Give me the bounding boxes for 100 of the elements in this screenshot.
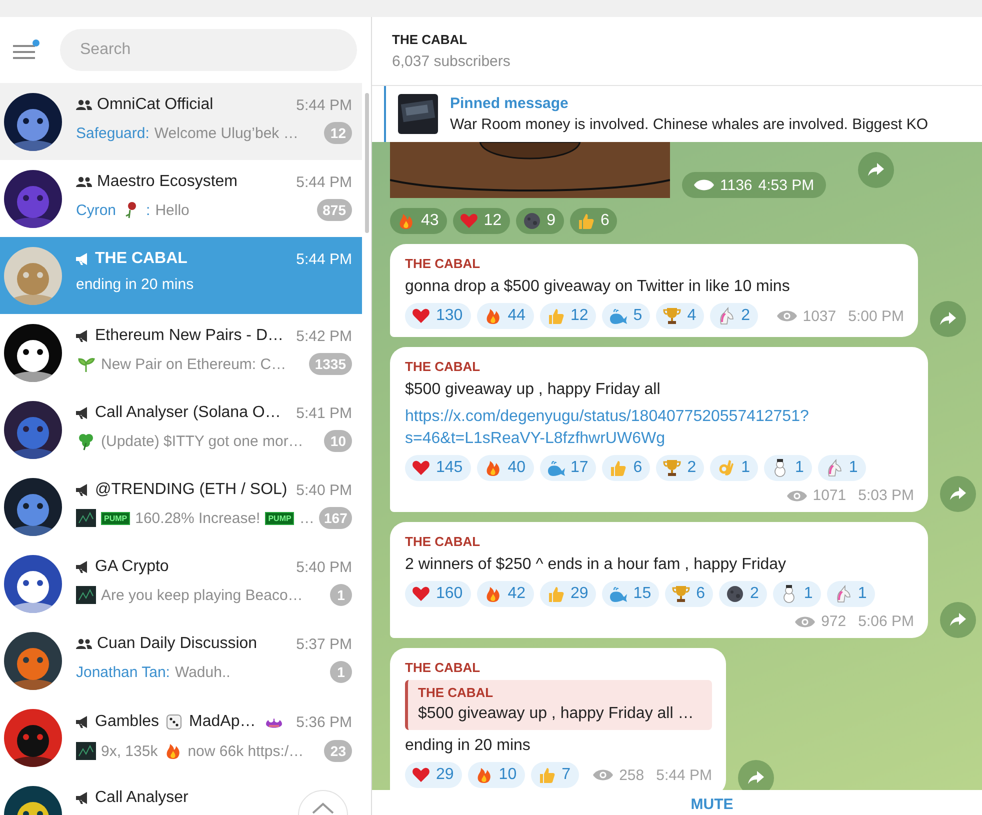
message-preview: … (299, 510, 314, 526)
chat-title: Call Analyser (Solana O… (95, 404, 281, 422)
reaction-chip[interactable]: 2 (719, 581, 767, 607)
reaction-chip[interactable]: 1 (826, 581, 875, 607)
message-text: $500 giveaway up , happy Friday all (405, 380, 662, 400)
trophy-icon (671, 584, 692, 604)
reaction-chip[interactable]: 10 (468, 762, 525, 788)
megaphone-icon (76, 716, 90, 728)
chat-title: Cuan Daily Discussion (97, 635, 258, 653)
mute-button[interactable]: MUTE (690, 796, 734, 815)
megaphone-icon (76, 330, 90, 342)
reaction-chip[interactable]: 1 (710, 455, 758, 481)
eye-icon (786, 488, 807, 502)
message-preview: 9x, 135k (101, 742, 158, 760)
reaction-chip[interactable]: 29 (540, 581, 596, 607)
chat-title: GA Crypto (95, 558, 169, 576)
forward-arrow-icon (940, 312, 956, 326)
heart-icon (411, 584, 431, 604)
reaction-chip[interactable]: 1 (772, 581, 821, 607)
thumbnail-icon (76, 585, 96, 605)
forward-button[interactable] (940, 602, 976, 638)
message-preview: Waduh.. (174, 664, 230, 680)
subscriber-count: 6,037 subscribers (392, 53, 512, 70)
chat-title: Gambles (95, 713, 160, 731)
reaction-chip[interactable]: 2 (710, 303, 758, 329)
thumbs-up-icon (608, 458, 628, 478)
chat-title: MadAp… (189, 713, 256, 731)
reaction-chip[interactable]: 1 (818, 455, 866, 481)
reaction-chip[interactable]: 42 (476, 581, 534, 607)
message-preview: Hello (155, 202, 190, 218)
reaction-chip[interactable]: 7 (530, 762, 578, 788)
whale-icon (608, 306, 628, 326)
view-count: 1136 (720, 176, 752, 194)
forward-button[interactable] (930, 301, 966, 337)
reaction-chip[interactable]: 4 (656, 303, 704, 329)
forward-button[interactable] (940, 476, 976, 512)
reaction-chip[interactable]: 6 (665, 581, 713, 607)
message-preview: 160.28% Increase! (135, 510, 260, 526)
reaction-chip[interactable]: 44 (476, 303, 534, 329)
reaction-chip[interactable]: 2 (656, 455, 704, 481)
whale-icon (546, 458, 566, 478)
view-count: 1037 (802, 308, 836, 324)
post-time: 5:00 PM (848, 308, 904, 324)
author-name: THE CABAL (405, 660, 482, 675)
sender-name: : (146, 202, 150, 218)
reaction-chip[interactable]: 43 (390, 208, 447, 234)
megaphone-icon (76, 407, 90, 419)
megaphone-icon (76, 484, 90, 496)
reaction-chip[interactable]: 29 (405, 762, 462, 788)
reaction-chip[interactable]: 40 (476, 455, 534, 481)
sender-name: Safeguard: (76, 124, 150, 142)
reaction-chip[interactable]: 1 (764, 455, 812, 481)
reply-quote[interactable]: THE CABAL $500 giveaway up , happy Friday all … (405, 680, 712, 730)
chat-item[interactable]: THE CABAL 5:44 PM ending in 20 mins (0, 237, 362, 314)
heart-icon (411, 306, 431, 326)
reaction-chip[interactable]: 12 (452, 208, 510, 234)
reaction-chip[interactable]: 145 (405, 455, 471, 481)
chat-title: Ethereum New Pairs - D… (95, 327, 284, 345)
group-icon (76, 176, 92, 188)
reaction-chip[interactable]: 15 (602, 581, 660, 607)
reaction-chip[interactable]: 12 (540, 303, 596, 329)
author-name: THE CABAL (418, 685, 494, 700)
reaction-chip[interactable]: 9 (516, 208, 564, 234)
reaction-chip[interactable]: 160 (405, 581, 471, 607)
trophy-icon (662, 306, 682, 326)
menu-button[interactable] (12, 39, 40, 61)
chat-item[interactable]: OmniCat Official 5:44 PM Safeguard: Welcome Ulug’bek … 12 (0, 83, 362, 160)
megaphone-icon (76, 561, 90, 573)
forward-button[interactable] (858, 152, 894, 188)
message-preview: ending in 20 mins (76, 276, 194, 293)
group-icon (76, 638, 92, 650)
message-text: ending in 20 mins (405, 736, 532, 756)
forward-arrow-icon (950, 487, 966, 501)
eye-icon (776, 309, 797, 323)
message-preview: New Pair on Ethereum: C… (101, 356, 286, 372)
reaction-chip[interactable]: 17 (540, 455, 596, 481)
unread-count: 12 (324, 122, 352, 144)
reaction-chip[interactable]: 5 (602, 303, 650, 329)
unread-count: 1 (330, 661, 352, 683)
chat-title: Call Analyser (95, 789, 188, 807)
chat-title: THE CABAL (95, 250, 188, 268)
message-preview: Are you keep playing Beaco… (101, 586, 303, 604)
unread-count: 10 (324, 430, 352, 452)
unread-count: 1335 (308, 353, 352, 375)
reaction-chip[interactable]: 6 (570, 208, 618, 234)
heart-icon (411, 765, 431, 785)
channel-title: THE CABAL (392, 32, 468, 47)
search-field[interactable]: Search (60, 29, 357, 71)
thumbnail-icon (76, 508, 96, 528)
reaction-chip[interactable]: 130 (405, 303, 471, 329)
view-count: 972 (821, 613, 846, 630)
dice-icon (164, 712, 184, 732)
message-link[interactable]: https://x.com/degenyugu/status/1804077520557412751?s=46&t=L1sReaVY-L8fzfhwrUW6Wg (405, 406, 845, 450)
post-time: 4:53 PM (758, 176, 814, 194)
pump-tag: PUMP (101, 512, 130, 524)
trophy-icon (662, 458, 682, 478)
chevron-up-icon (311, 801, 335, 815)
quoted-text: $500 giveaway up , happy Friday all … (418, 704, 695, 724)
reaction-chip[interactable]: 6 (602, 455, 650, 481)
clover-icon (76, 431, 96, 451)
